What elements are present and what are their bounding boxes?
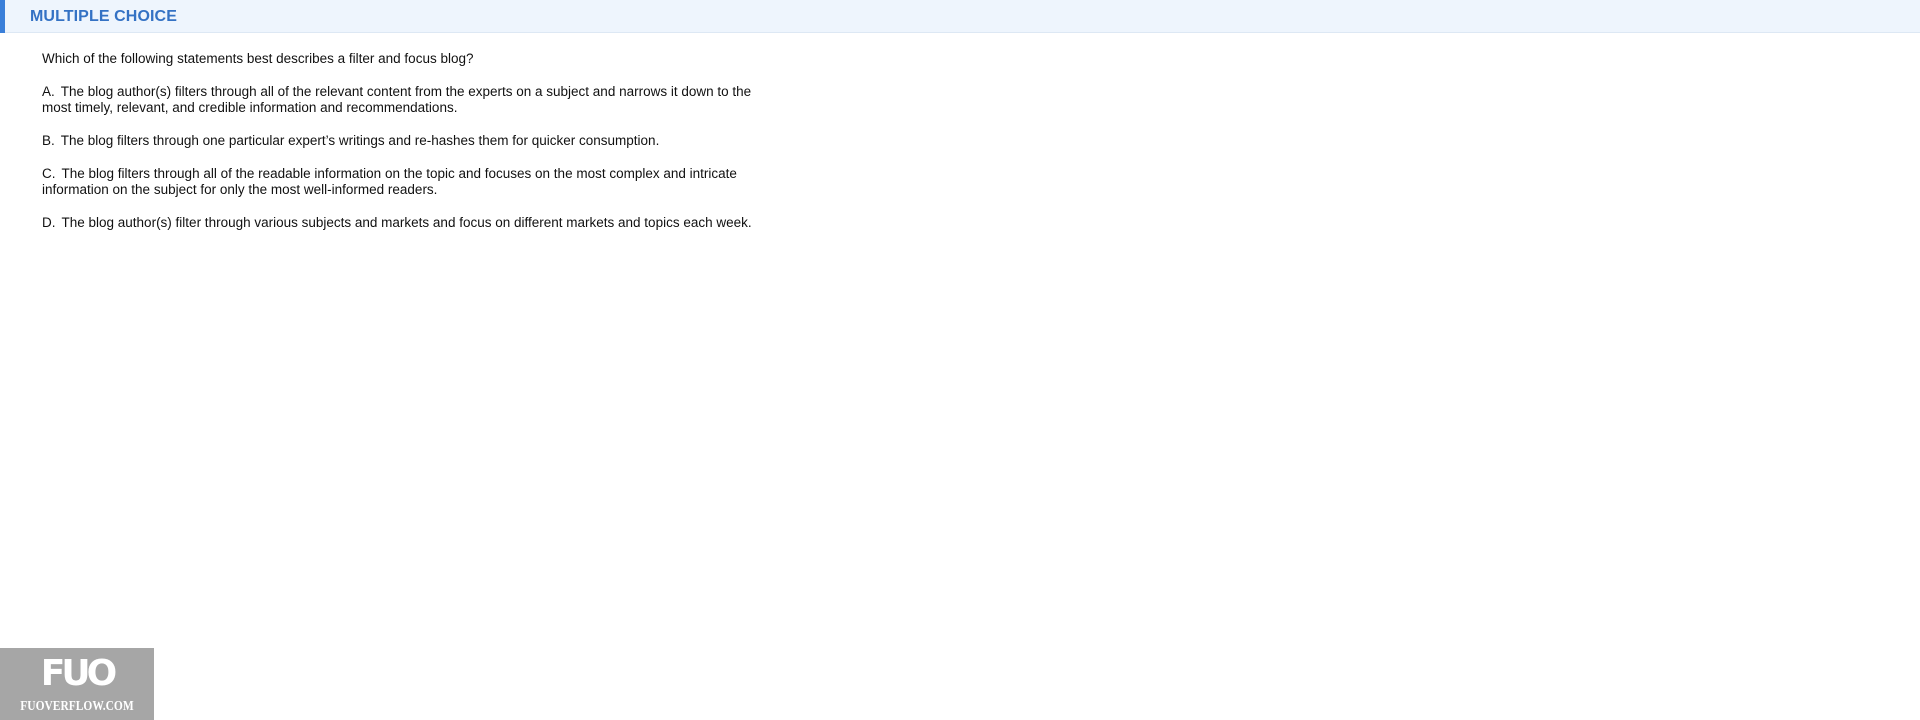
option-text: The blog author(s) filter through variou…: [61, 215, 752, 230]
option-c[interactable]: C. The blog filters through all of the re…: [42, 166, 752, 198]
option-a[interactable]: A. The blog author(s) filters through all…: [42, 84, 752, 116]
question-text: Which of the following statements best d…: [42, 51, 474, 66]
option-letter: D.: [42, 215, 56, 230]
option-text: The blog filters through one particular …: [60, 133, 660, 148]
question-block: Which of the following statements best d…: [42, 51, 752, 248]
option-text: The blog author(s) filters through all o…: [42, 84, 752, 115]
option-letter: C.: [42, 166, 56, 181]
section-header: MULTIPLE CHOICE: [0, 0, 1920, 33]
section-title: MULTIPLE CHOICE: [30, 8, 177, 25]
option-letter: B.: [42, 133, 55, 148]
header-accent-bar: [0, 0, 5, 33]
option-text: The blog filters through all of the read…: [42, 166, 737, 197]
option-b[interactable]: B. The blog filters through one particula…: [42, 133, 752, 149]
option-letter: A.: [42, 84, 55, 99]
watermark-site-name: FUOVERFLOW.COM: [20, 699, 134, 714]
fuo-logo: FUO: [40, 653, 117, 694]
option-d[interactable]: D. The blog author(s) filter through vari…: [42, 215, 752, 231]
site-watermark: FUO FUOVERFLOW.COM: [0, 648, 154, 720]
